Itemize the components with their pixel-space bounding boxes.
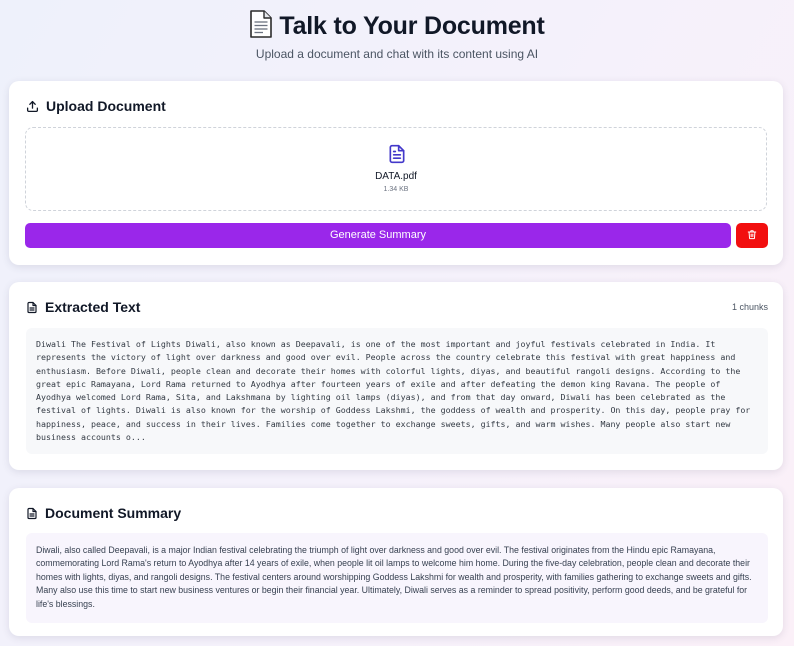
document-summary-card: Document Summary Diwali, also called Dee…	[9, 488, 783, 636]
upload-card-title: Upload Document	[26, 98, 166, 114]
summary-text-content: Diwali, also called Deepavali, is a majo…	[26, 533, 768, 623]
extracted-text-content: Diwali The Festival of Lights Diwali, al…	[26, 328, 768, 454]
upload-title-label: Upload Document	[46, 98, 166, 114]
page-header: Talk to Your Document Upload a document …	[0, 9, 794, 61]
title-row: Talk to Your Document	[0, 9, 794, 43]
extracted-title-label: Extracted Text	[45, 299, 141, 315]
file-text-icon	[26, 301, 38, 314]
extracted-card-title: Extracted Text	[26, 299, 140, 315]
document-icon	[249, 9, 273, 43]
summary-card-title: Document Summary	[26, 505, 181, 521]
file-size: 1.34 KB	[383, 186, 409, 193]
generate-summary-button[interactable]: Generate Summary	[25, 223, 731, 248]
trash-icon	[747, 227, 757, 245]
delete-file-button[interactable]	[736, 223, 768, 248]
upload-card: Upload Document DATA.pdf 1.34 KB Generat…	[9, 81, 783, 265]
summary-title-label: Document Summary	[45, 505, 182, 521]
extracted-text-card: Extracted Text 1 chunks Diwali The Festi…	[9, 282, 783, 470]
file-dropzone[interactable]: DATA.pdf 1.34 KB	[25, 127, 767, 211]
upload-icon	[26, 100, 39, 113]
file-name: DATA.pdf	[375, 171, 417, 182]
chunk-count: 1 chunks	[731, 302, 768, 312]
page-subtitle: Upload a document and chat with its cont…	[255, 47, 539, 61]
page-title: Talk to Your Document	[279, 11, 545, 40]
file-text-icon	[26, 507, 38, 520]
file-text-icon	[387, 143, 407, 170]
